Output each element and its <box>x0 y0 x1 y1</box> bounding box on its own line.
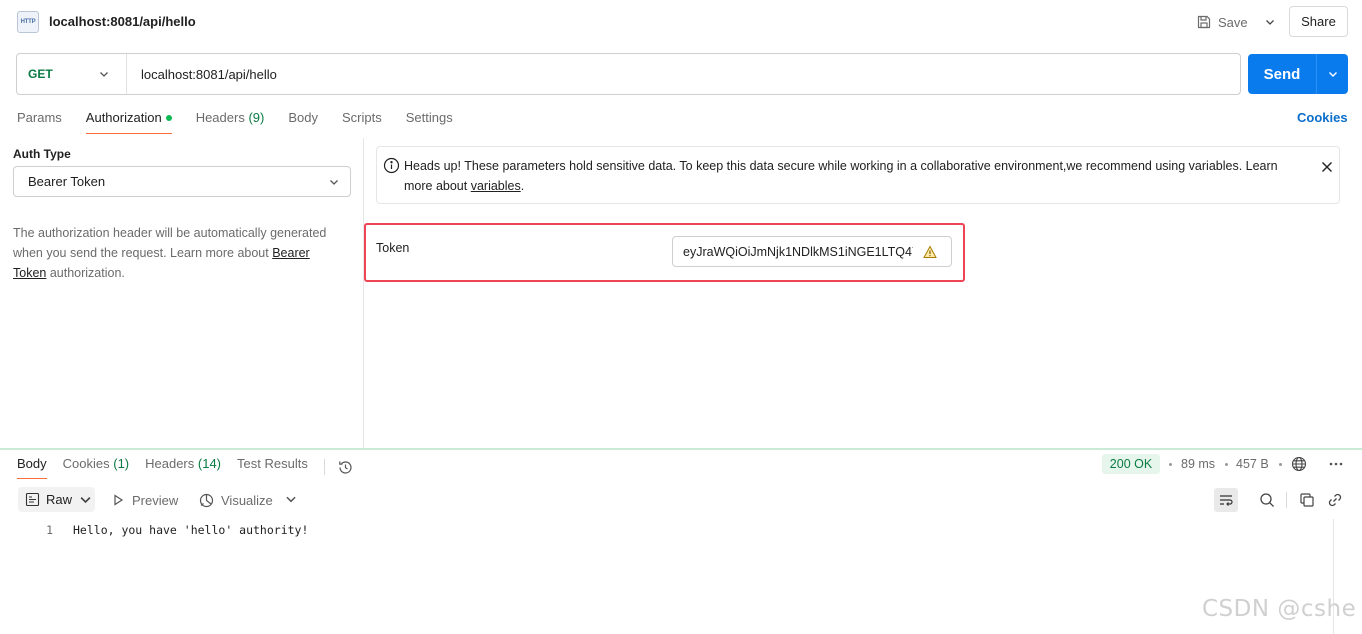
tab-body[interactable]: Body <box>288 108 318 134</box>
tab-headers-label: Headers <box>195 110 245 125</box>
warning-icon <box>923 245 937 258</box>
raw-format-icon <box>25 492 40 507</box>
auth-configured-dot <box>165 114 172 121</box>
format-label: Raw <box>46 492 73 507</box>
auth-type-value: Bearer Token <box>28 174 106 189</box>
chevron-down-icon <box>1266 20 1274 25</box>
tab-settings[interactable]: Settings <box>406 108 453 134</box>
send-label: Send <box>1263 65 1301 83</box>
response-tab-headers-label: Headers <box>145 456 195 471</box>
chevron-down-icon <box>100 72 108 77</box>
method-select[interactable]: GET <box>17 54 127 94</box>
watermark: CSDN @cshe <box>1202 596 1357 622</box>
close-icon[interactable] <box>1321 161 1333 173</box>
search-icon[interactable] <box>1259 492 1275 508</box>
chevron-down-icon <box>330 180 338 185</box>
variables-link[interactable]: variables <box>471 179 521 193</box>
tab-headers-count: (9) <box>248 110 265 125</box>
warning-end: . <box>520 179 525 193</box>
title-bar: HTTP localhost:8081/api/hello Save Share <box>0 0 1362 44</box>
panel-divider[interactable] <box>0 448 1362 450</box>
tab-headers[interactable]: Headers (9) <box>196 108 265 134</box>
request-tabs: Params Authorization Headers (9) Body Sc… <box>17 108 477 136</box>
request-title[interactable]: localhost:8081/api/hello <box>49 14 196 29</box>
chevron-down-icon <box>1328 72 1337 77</box>
info-icon <box>383 157 400 174</box>
method-label: GET <box>28 67 53 81</box>
response-tab-headers-count: (14) <box>197 456 222 471</box>
response-time[interactable]: 89 ms <box>1181 457 1215 471</box>
more-options-icon[interactable] <box>1328 456 1344 472</box>
save-button[interactable]: Save <box>1196 8 1254 36</box>
copy-icon[interactable] <box>1299 492 1315 508</box>
response-tab-test-results[interactable]: Test Results <box>237 455 308 479</box>
auth-type-label: Auth Type <box>13 147 71 161</box>
code-line: 1 Hello, you have 'hello' authority! <box>0 521 308 539</box>
url-input[interactable] <box>127 54 1240 94</box>
tab-authorization-label: Authorization <box>85 110 162 125</box>
separator-dot <box>1169 463 1172 466</box>
send-button[interactable]: Send <box>1248 54 1348 94</box>
response-tab-body[interactable]: Body <box>17 455 47 479</box>
visualize-icon <box>199 493 214 507</box>
token-label: Token <box>376 241 410 255</box>
response-tab-cookies[interactable]: Cookies (1) <box>63 455 129 479</box>
sensitive-data-banner: Heads up! These parameters hold sensitiv… <box>376 146 1340 204</box>
tab-params[interactable]: Params <box>17 108 62 134</box>
response-tab-headers[interactable]: Headers (14) <box>145 455 221 479</box>
chevron-down-icon[interactable] <box>284 492 298 506</box>
line-content[interactable]: Hello, you have 'hello' authority! <box>73 521 308 539</box>
globe-icon[interactable] <box>1291 456 1307 472</box>
response-size[interactable]: 457 B <box>1236 457 1269 471</box>
preview-label: Preview <box>132 492 179 508</box>
response-tabs: Body Cookies (1) Headers (14) Test Resul… <box>17 455 354 479</box>
wrap-lines-icon <box>1220 495 1233 506</box>
status-badge[interactable]: 200 OK <box>1102 454 1160 474</box>
history-icon[interactable] <box>337 459 354 476</box>
cookies-link[interactable]: Cookies <box>1297 110 1348 125</box>
save-label: Save <box>1218 14 1248 30</box>
preview-button[interactable]: Preview <box>112 488 178 512</box>
link-icon[interactable] <box>1327 492 1343 508</box>
visualize-label: Visualize <box>221 492 273 508</box>
visualize-button[interactable]: Visualize <box>198 488 273 512</box>
tab-authorization[interactable]: Authorization <box>85 108 172 134</box>
url-bar: GET <box>16 53 1241 95</box>
format-select[interactable]: Raw <box>18 487 95 512</box>
save-options-button[interactable] <box>1258 8 1282 36</box>
tab-separator <box>323 459 325 475</box>
play-icon <box>114 494 124 506</box>
save-icon <box>1197 15 1211 29</box>
sensitive-data-text: Heads up! These parameters hold sensitiv… <box>404 156 1309 196</box>
share-button[interactable]: Share <box>1289 6 1348 37</box>
auth-description-end: authorization. <box>46 266 125 280</box>
line-number: 1 <box>46 523 53 537</box>
tab-scripts[interactable]: Scripts <box>342 108 382 134</box>
token-input[interactable]: eyJraWQiOiJmNjk1NDlkMS1iNGE1LTQ4Yj <box>672 236 952 267</box>
auth-description: The authorization header will be automat… <box>13 223 343 283</box>
send-options-button[interactable] <box>1317 68 1348 80</box>
auth-type-select[interactable]: Bearer Token <box>13 166 351 197</box>
wrap-lines-button[interactable] <box>1214 488 1238 512</box>
token-value: eyJraWQiOiJmNjk1NDlkMS1iNGE1LTQ4Yj <box>683 244 913 259</box>
http-request-icon: HTTP <box>17 11 39 33</box>
response-tab-cookies-label: Cookies <box>62 456 110 471</box>
chevron-down-icon <box>80 497 91 504</box>
warning-message: Heads up! These parameters hold sensitiv… <box>404 159 1278 193</box>
auth-type-panel: Auth Type Bearer Token The authorization… <box>0 138 364 448</box>
toolbar-separator <box>1286 492 1287 508</box>
response-tab-cookies-count: (1) <box>113 456 130 471</box>
separator-dot <box>1279 463 1282 466</box>
separator-dot <box>1225 463 1228 466</box>
